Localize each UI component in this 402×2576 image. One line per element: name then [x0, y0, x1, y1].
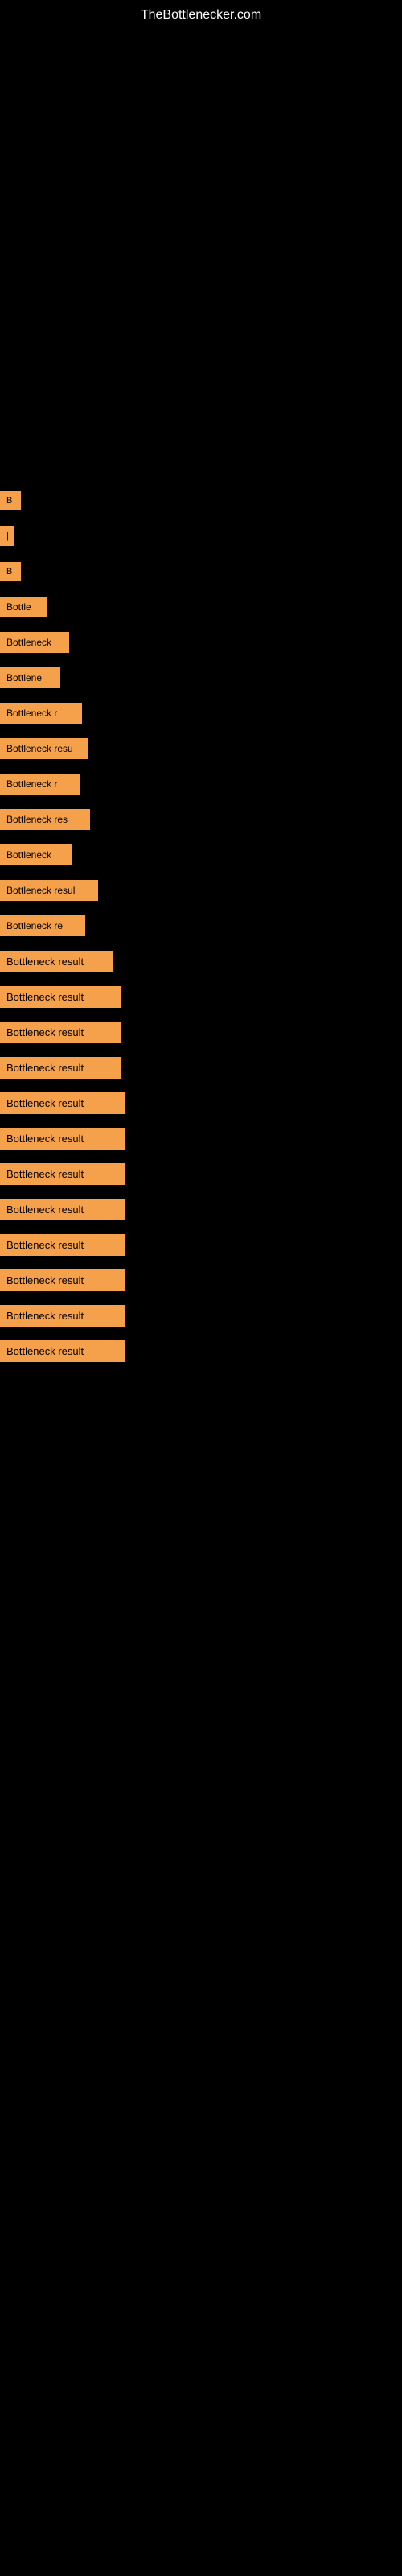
result-badge[interactable]: Bottleneck result — [0, 1092, 125, 1114]
result-badge[interactable]: Bottleneck result — [0, 1340, 125, 1362]
result-badge[interactable]: Bottleneck result — [0, 951, 113, 972]
results-container: B | B Bottle Bottleneck Bottlene Bottleneck r B… — [0, 483, 402, 1368]
result-row: Bottleneck result — [0, 1085, 402, 1121]
result-row: Bottleneck result — [0, 1262, 402, 1298]
result-badge[interactable]: Bottleneck result — [0, 1305, 125, 1327]
result-badge[interactable]: Bottleneck result — [0, 986, 121, 1008]
result-badge[interactable]: Bottleneck resu — [0, 738, 88, 759]
result-badge[interactable]: Bottleneck result — [0, 1163, 125, 1185]
result-row: Bottleneck resu — [0, 731, 402, 766]
result-badge[interactable]: Bottleneck result — [0, 1269, 125, 1291]
result-row: B — [0, 554, 402, 589]
result-badge[interactable]: | — [0, 526, 14, 546]
result-badge[interactable]: Bottleneck result — [0, 1057, 121, 1079]
result-badge[interactable]: Bottleneck result — [0, 1234, 125, 1256]
result-badge[interactable]: Bottleneck r — [0, 703, 82, 724]
result-row: Bottlene — [0, 660, 402, 696]
result-row: Bottleneck result — [0, 1156, 402, 1191]
result-row: Bottleneck — [0, 625, 402, 660]
result-row: Bottleneck result — [0, 1121, 402, 1156]
result-row: | — [0, 518, 402, 554]
result-badge[interactable]: Bottleneck r — [0, 774, 80, 795]
result-row: Bottleneck result — [0, 1191, 402, 1227]
result-row: Bottleneck result — [0, 1333, 402, 1368]
result-row: Bottleneck result — [0, 1227, 402, 1262]
result-badge[interactable]: B — [0, 491, 21, 510]
result-badge[interactable]: Bottle — [0, 597, 47, 617]
result-row: Bottleneck result — [0, 943, 402, 979]
result-row: Bottle — [0, 589, 402, 625]
result-row: Bottleneck res — [0, 802, 402, 837]
result-row: Bottleneck re — [0, 908, 402, 943]
result-badge[interactable]: Bottleneck res — [0, 809, 90, 830]
result-row: Bottleneck r — [0, 696, 402, 731]
result-row: Bottleneck r — [0, 766, 402, 802]
result-badge[interactable]: Bottleneck — [0, 632, 69, 653]
result-badge[interactable]: B — [0, 562, 21, 581]
result-badge[interactable]: Bottleneck result — [0, 1022, 121, 1043]
result-row: Bottleneck resul — [0, 873, 402, 908]
result-row: Bottleneck result — [0, 1298, 402, 1333]
result-row: Bottleneck — [0, 837, 402, 873]
result-badge[interactable]: Bottleneck result — [0, 1199, 125, 1220]
result-row: Bottleneck result — [0, 1014, 402, 1050]
result-badge[interactable]: Bottleneck re — [0, 915, 85, 936]
result-badge[interactable]: Bottleneck — [0, 844, 72, 865]
site-title: TheBottlenecker.com — [0, 0, 402, 31]
result-row: Bottleneck result — [0, 979, 402, 1014]
result-badge[interactable]: Bottleneck result — [0, 1128, 125, 1150]
result-row: Bottleneck result — [0, 1050, 402, 1085]
result-badge[interactable]: Bottleneck resul — [0, 880, 98, 901]
result-badge[interactable]: Bottlene — [0, 667, 60, 688]
result-row: B — [0, 483, 402, 518]
